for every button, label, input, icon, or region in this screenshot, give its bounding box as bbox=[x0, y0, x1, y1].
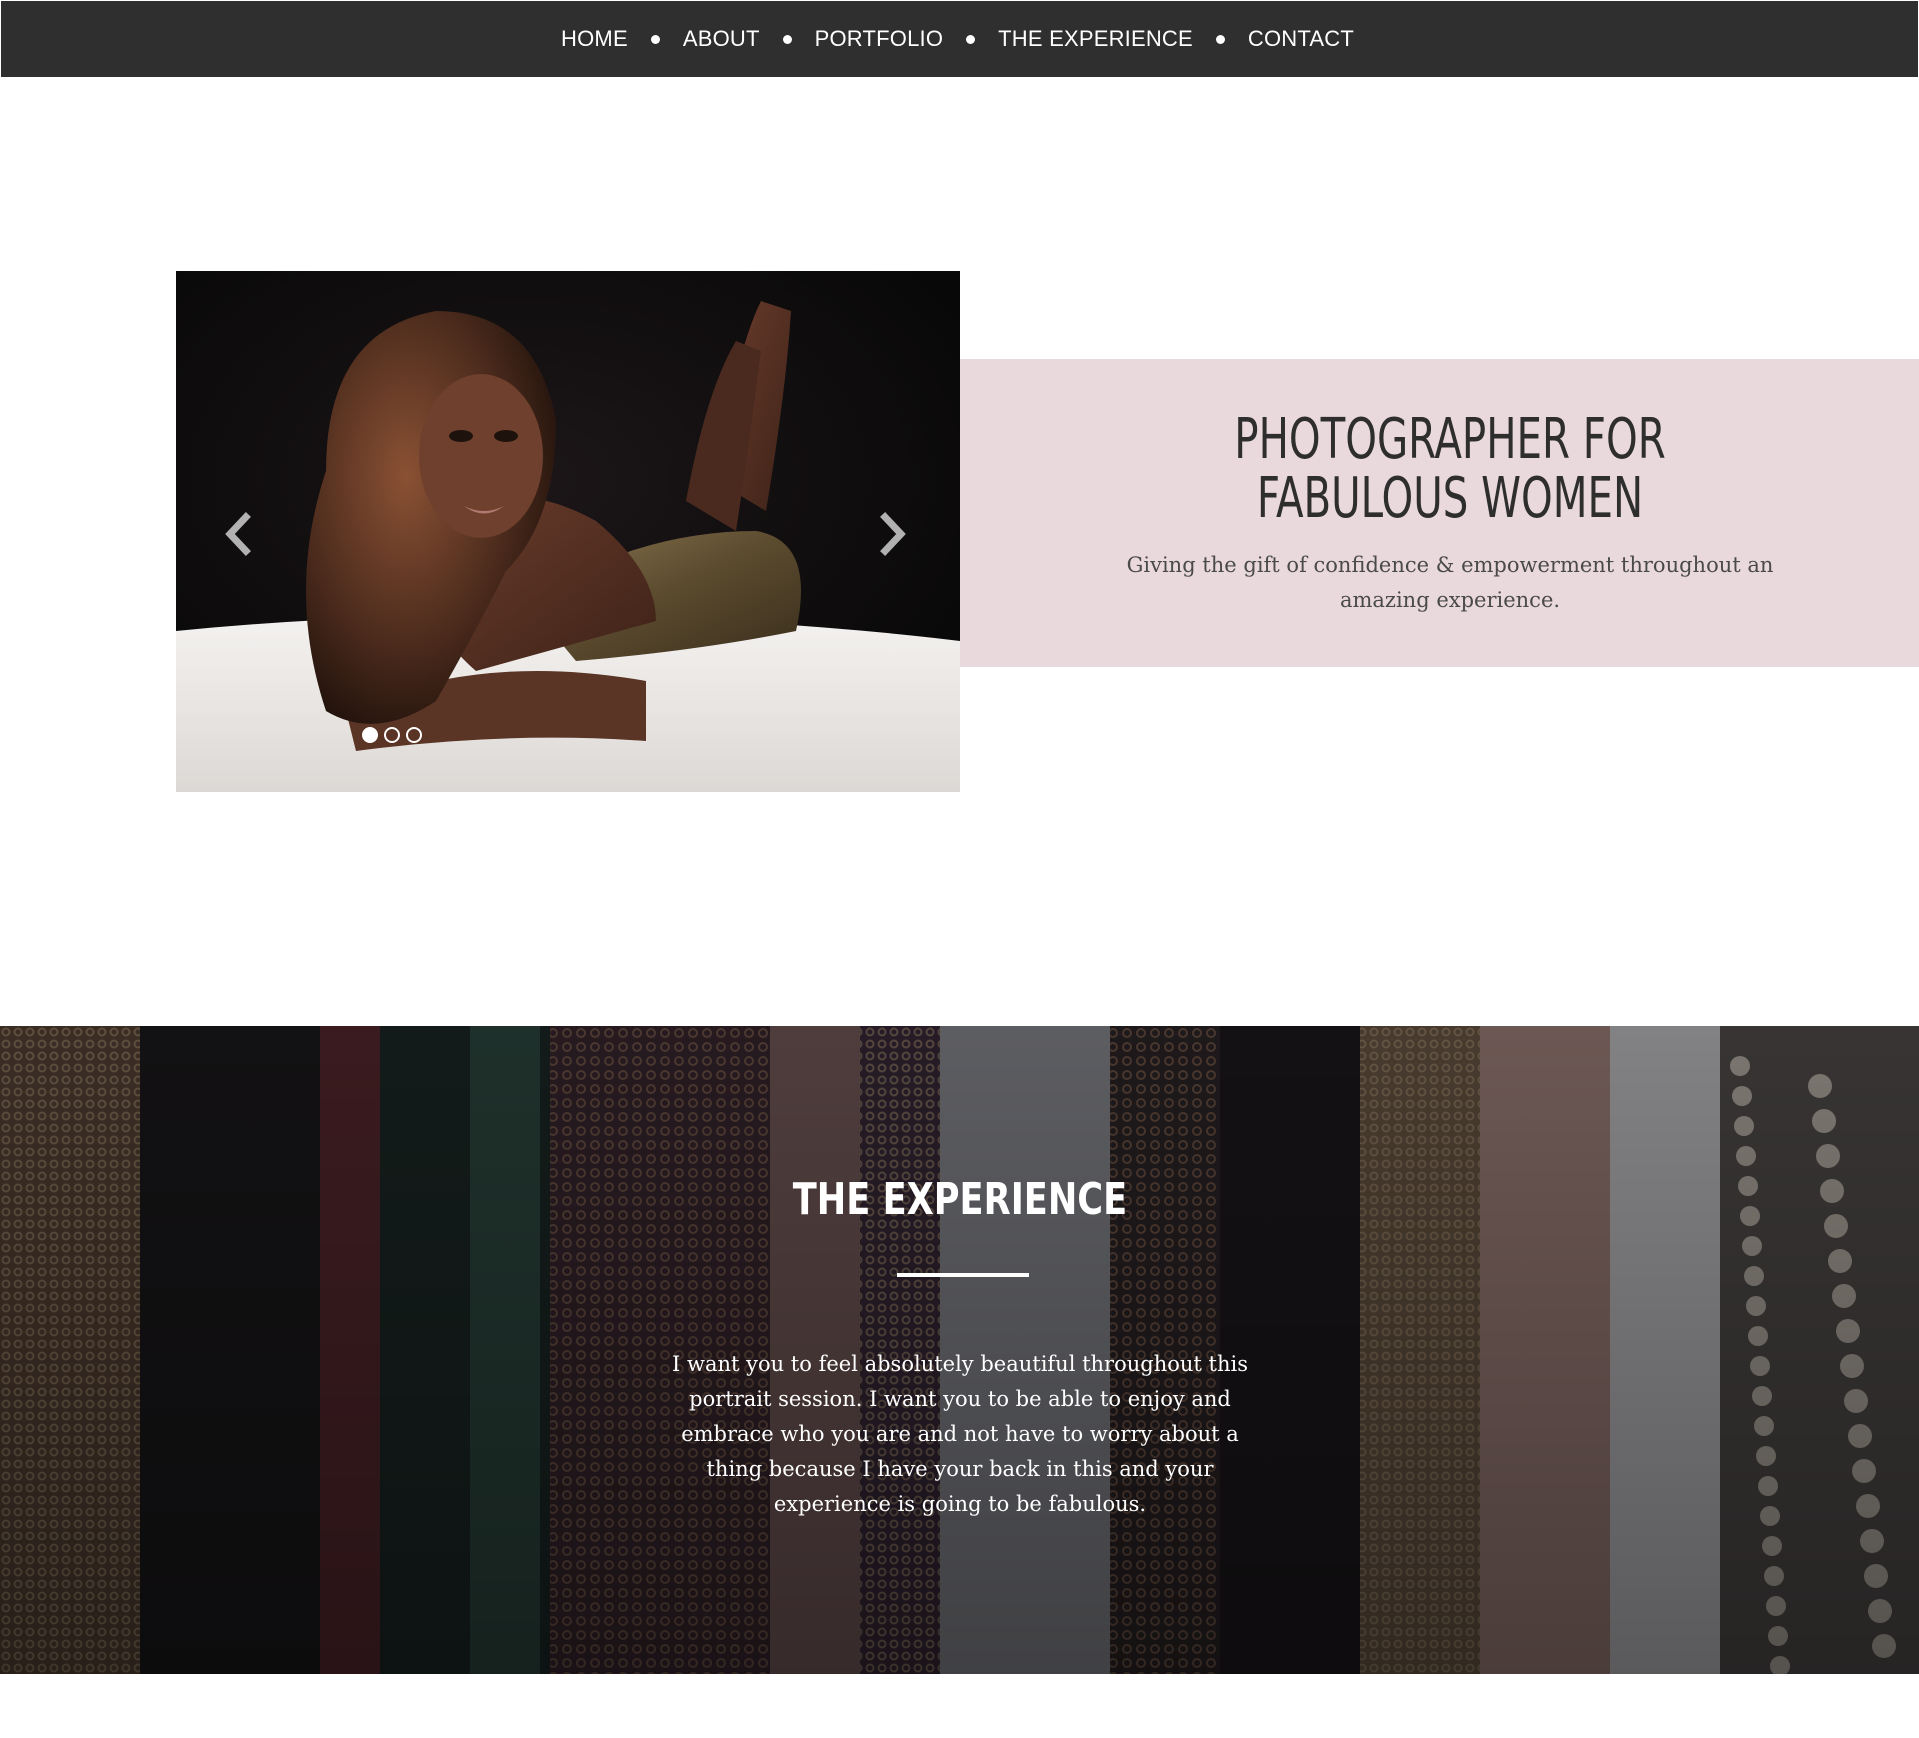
nav-item-the-experience[interactable]: THE EXPERIENCE bbox=[998, 26, 1193, 52]
hero-subtitle: Giving the gift of confidence & empowerm… bbox=[1126, 553, 1774, 612]
nav-item-about[interactable]: ABOUT bbox=[683, 26, 760, 52]
nav-menu: HOME ABOUT PORTFOLIO THE EXPERIENCE CONT… bbox=[561, 26, 1354, 52]
hero-title-line-1: PHOTOGRAPHER FOR bbox=[1234, 407, 1666, 472]
bullet-dot-icon bbox=[650, 34, 660, 44]
experience-body: I want you to feel absolutely beautiful … bbox=[672, 1352, 1248, 1516]
slider-dot-1[interactable] bbox=[362, 727, 378, 743]
bullet-dot-icon bbox=[782, 34, 792, 44]
slider-dot-2[interactable] bbox=[384, 727, 400, 743]
nav-item-contact[interactable]: CONTACT bbox=[1248, 26, 1354, 52]
bullet-dot-icon bbox=[966, 34, 976, 44]
slider-dot-3[interactable] bbox=[406, 727, 422, 743]
nav-item-portfolio[interactable]: PORTFOLIO bbox=[815, 26, 944, 52]
top-navigation: HOME ABOUT PORTFOLIO THE EXPERIENCE CONT… bbox=[1, 1, 1918, 77]
slider-pagination bbox=[362, 727, 422, 743]
portrait-slider[interactable] bbox=[176, 271, 960, 792]
chevron-left-icon[interactable] bbox=[218, 511, 258, 557]
experience-title: THE EXPERIENCE bbox=[792, 1174, 1128, 1225]
hero-title-line-2: FABULOUS WOMEN bbox=[1256, 466, 1644, 531]
experience-divider bbox=[897, 1273, 1029, 1277]
chevron-right-icon[interactable] bbox=[873, 511, 913, 557]
experience-section: THE EXPERIENCE I want you to feel absolu… bbox=[0, 1026, 1919, 1674]
slide-photo bbox=[176, 271, 960, 792]
hero-title: PHOTOGRAPHER FOR FABULOUS WOMEN bbox=[1058, 410, 1842, 528]
nav-item-home[interactable]: HOME bbox=[561, 26, 628, 52]
bullet-dot-icon bbox=[1215, 34, 1225, 44]
